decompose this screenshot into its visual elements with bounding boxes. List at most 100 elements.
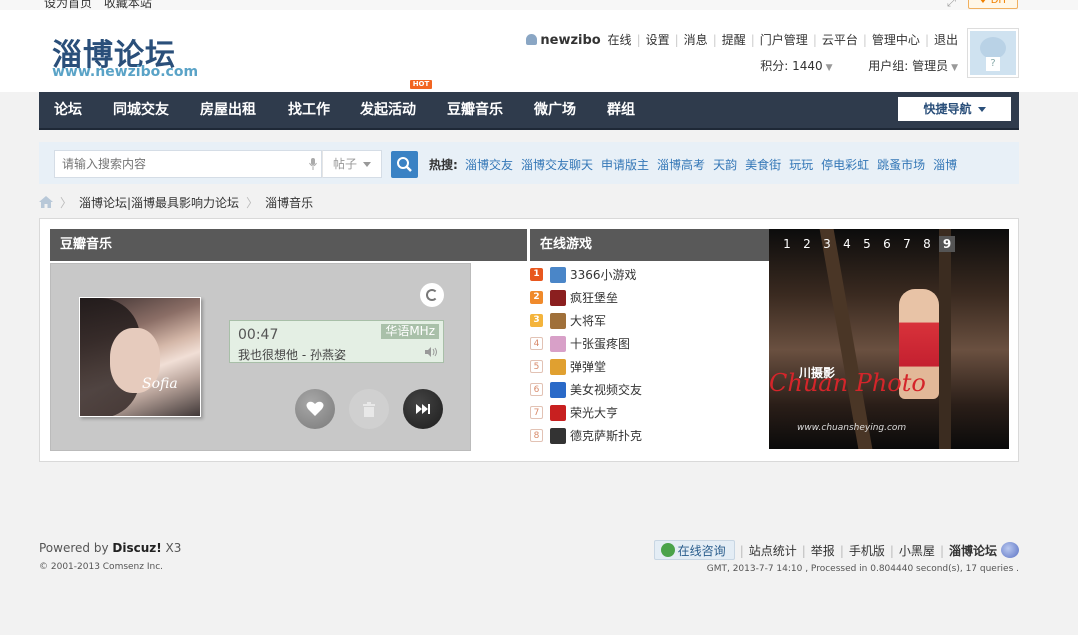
game-list-item[interactable]: 7 荣光大亨 — [530, 404, 770, 422]
copyright: © 2001-2013 Comsenz Inc. — [39, 562, 164, 572]
messages-link[interactable]: 消息 — [684, 33, 708, 47]
hot-term[interactable]: 天韵 — [713, 158, 737, 172]
header: 淄博论坛 www.newzibo.com newzibo 在线 | 设置 | 消息 | 提醒… — [0, 10, 1078, 92]
game-list-item[interactable]: 5 弹弹堂 — [530, 358, 770, 376]
game-list-item[interactable]: 3 大将军 — [530, 312, 770, 330]
refresh-icon[interactable] — [420, 283, 444, 307]
site-stats-link[interactable]: 站点统计 — [749, 544, 797, 558]
nav-item-weibo[interactable]: 微广场 — [534, 92, 576, 128]
top-strip: 设为首页 收藏本站 ⤢ ♦ DIY — [0, 0, 1078, 10]
game-icon — [550, 267, 566, 283]
search-input[interactable] — [55, 151, 305, 177]
cloud-platform-link[interactable]: 云平台 — [822, 33, 858, 47]
volume-icon[interactable] — [425, 347, 439, 357]
points-dropdown[interactable]: 积分: 1440 ▼ — [760, 59, 832, 73]
player-display: 00:47 华语MHz 我也很想他 - 孙燕姿 — [229, 320, 444, 363]
game-icon — [550, 290, 566, 306]
logout-link[interactable]: 退出 — [934, 33, 958, 47]
hot-term[interactable]: 申请版主 — [601, 158, 649, 172]
game-list-item[interactable]: 2 疯狂堡垒 — [530, 289, 770, 307]
slideshow-pagination: 123456789 — [779, 236, 959, 252]
game-list-item[interactable]: 6 美女视频交友 — [530, 381, 770, 399]
nav-item-forum[interactable]: 论坛 — [54, 92, 82, 128]
usergroup-dropdown[interactable]: 用户组: 管理员 ▼ — [868, 59, 958, 73]
online-consult-button[interactable]: 在线咨询 — [653, 540, 735, 560]
next-track-button[interactable] — [403, 389, 443, 429]
blackroom-link[interactable]: 小黑屋 — [899, 544, 935, 558]
album-art: Sofia — [80, 298, 200, 416]
rank-badge: 5 — [530, 360, 543, 373]
slideshow-page-3[interactable]: 3 — [819, 236, 835, 252]
powered-version: X3 — [161, 541, 182, 555]
hot-term[interactable]: 淄博交友 — [465, 158, 513, 172]
username-link[interactable]: newzibo — [540, 33, 600, 48]
bookmark-link[interactable]: 收藏本站 — [104, 0, 152, 10]
nav-item-groups[interactable]: 群组 — [607, 92, 635, 128]
breadcrumb-current[interactable]: 淄博音乐 — [265, 196, 313, 210]
chevron-down-icon: ▼ — [825, 63, 833, 73]
microphone-icon[interactable] — [309, 158, 317, 170]
hot-term[interactable]: 淄博交友聊天 — [521, 158, 593, 172]
game-name: 荣光大亨 — [570, 406, 619, 420]
game-icon — [550, 405, 566, 421]
site-name-link[interactable]: 淄博论坛 — [949, 544, 997, 558]
powered-by: Powered by Discuz! X3 — [39, 541, 181, 555]
game-list-item[interactable]: 8 德克萨斯扑克 — [530, 427, 770, 445]
quick-nav-button[interactable]: 快捷导航 — [898, 97, 1011, 121]
diy-button[interactable]: ♦ DIY — [968, 0, 1018, 9]
nav-item-dating[interactable]: 同城交友 — [113, 92, 169, 128]
chevron-down-icon — [363, 162, 371, 167]
game-icon — [550, 359, 566, 375]
settings-link[interactable]: 设置 — [646, 33, 670, 47]
slideshow-page-5[interactable]: 5 — [859, 236, 875, 252]
admin-center-link[interactable]: 管理中心 — [872, 33, 920, 47]
search-type-select[interactable]: 帖子 — [322, 150, 382, 178]
hot-term[interactable]: 淄博 — [933, 158, 957, 172]
slideshow-page-6[interactable]: 6 — [879, 236, 895, 252]
hot-term[interactable]: 美食街 — [745, 158, 781, 172]
game-list-item[interactable]: 4 十张蛋疼图 — [530, 335, 770, 353]
game-icon — [550, 428, 566, 444]
games-panel-title: 在线游戏 — [530, 229, 770, 261]
consult-label: 在线咨询 — [677, 544, 726, 558]
hot-term[interactable]: 淄博高考 — [657, 158, 705, 172]
slideshow-page-7[interactable]: 7 — [899, 236, 915, 252]
report-link[interactable]: 举报 — [811, 544, 835, 558]
portal-admin-link[interactable]: 门户管理 — [760, 33, 808, 47]
discuz-link[interactable]: Discuz! — [112, 541, 161, 555]
nav-item-douban-music[interactable]: 豆瓣音乐 — [447, 92, 503, 128]
site-logo-url: www.newzibo.com — [52, 64, 199, 80]
avatar[interactable] — [967, 28, 1019, 78]
photo-url: www.chuansheying.com — [797, 423, 907, 433]
nav-item-rental[interactable]: 房屋出租 — [200, 92, 256, 128]
rank-badge: 7 — [530, 406, 543, 419]
slideshow-page-8[interactable]: 8 — [919, 236, 935, 252]
game-list-item[interactable]: 1 3366小游戏 — [530, 266, 770, 284]
usergroup-label: 用户组: 管理员 — [868, 59, 949, 73]
channel-label: 华语MHz — [381, 324, 439, 339]
slideshow-page-4[interactable]: 4 — [839, 236, 855, 252]
rank-badge: 8 — [530, 429, 543, 442]
search-button[interactable] — [391, 151, 418, 178]
slideshow-page-1[interactable]: 1 — [779, 236, 795, 252]
search-type-value: 帖子 — [333, 157, 358, 171]
hot-term[interactable]: 停电彩虹 — [821, 158, 869, 172]
expand-icon[interactable]: ⤢ — [947, 0, 959, 8]
like-button[interactable] — [295, 389, 335, 429]
home-icon[interactable] — [39, 196, 53, 208]
mobile-link[interactable]: 手机版 — [849, 544, 885, 558]
main-nav: 论坛 同城交友 房屋出租 找工作 发起活动 豆瓣音乐 微广场 群组 — [39, 92, 1019, 130]
hot-term[interactable]: 玩玩 — [789, 158, 813, 172]
nav-item-events[interactable]: 发起活动 — [360, 92, 416, 128]
photo-slideshow[interactable]: 123456789 川摄影 Chuan Photo www.chuansheyi… — [769, 229, 1009, 449]
slideshow-page-2[interactable]: 2 — [799, 236, 815, 252]
game-name: 大将军 — [570, 314, 607, 328]
reminders-link[interactable]: 提醒 — [722, 33, 746, 47]
nav-item-jobs[interactable]: 找工作 — [288, 92, 330, 128]
heart-icon — [306, 401, 324, 416]
slideshow-page-9[interactable]: 9 — [939, 236, 955, 252]
trash-button[interactable] — [349, 389, 389, 429]
set-homepage-link[interactable]: 设为首页 — [44, 0, 92, 10]
hot-term[interactable]: 跳蚤市场 — [877, 158, 925, 172]
breadcrumb-forum-link[interactable]: 淄博论坛|淄博最具影响力论坛 — [79, 196, 239, 210]
